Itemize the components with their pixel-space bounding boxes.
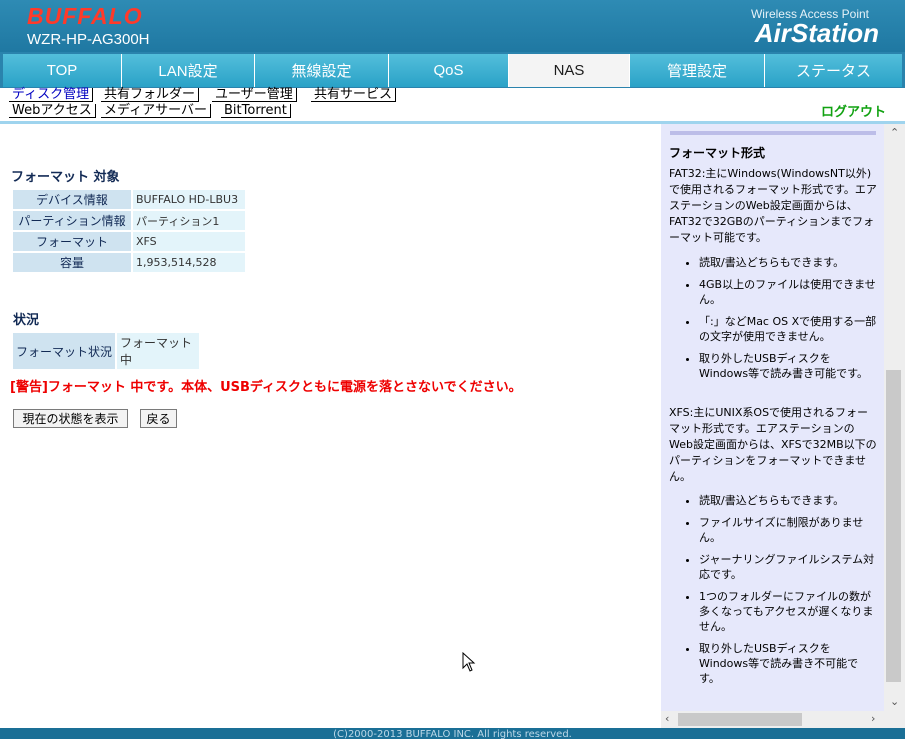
format-status-value: フォーマット中 (117, 333, 199, 369)
tab-status[interactable]: ステータス (765, 54, 902, 87)
status-title: 状況 (13, 313, 40, 328)
header-banner: BUFFALO WZR-HP-AG300H Wireless Access Po… (0, 0, 905, 52)
horizontal-scrollbar[interactable]: ‹ › (661, 711, 884, 728)
help-panel[interactable]: フォーマット形式 FAT32:主にWindows(WindowsNT以外)で使用… (661, 124, 884, 711)
model-name: WZR-HP-AG300H (27, 31, 150, 48)
subnav-disk-management[interactable]: ディスク管理 (9, 88, 94, 102)
tab-admin-settings[interactable]: 管理設定 (630, 54, 765, 87)
list-item: 読取/書込どちらもできます。 (699, 255, 877, 270)
airstation-logo: AirStation (754, 18, 879, 48)
vertical-scroll-thumb[interactable] (886, 370, 901, 682)
tab-top[interactable]: TOP (3, 54, 122, 87)
subnav-web-access[interactable]: Webアクセス (9, 104, 96, 118)
tab-nas[interactable]: NAS (509, 54, 630, 87)
table-row: フォーマット XFS (13, 232, 245, 251)
buffalo-logo: BUFFALO (27, 3, 143, 29)
xfs-list: 読取/書込どちらもできます。 ファイルサイズに制限がありません。 ジャーナリング… (669, 493, 877, 693)
device-info-value: BUFFALO HD-LBU3 (133, 190, 245, 209)
subnav-media-server[interactable]: メディアサーバー (101, 104, 211, 118)
mouse-cursor-icon (462, 652, 476, 672)
help-title: フォーマット形式 (669, 146, 766, 160)
subnav-bittorrent[interactable]: BitTorrent (221, 104, 291, 118)
warning-message: [警告]フォーマット 中です。本体、USBディスクともに電源を落とさないでくださ… (10, 380, 522, 395)
table-row: 容量 1,953,514,528 (13, 253, 245, 272)
list-item: 取り外したUSBディスクをWindows等で読み書き不可能です。 (699, 641, 877, 686)
back-button[interactable]: 戻る (140, 409, 177, 428)
tab-qos[interactable]: QoS (389, 54, 509, 87)
tab-lan-settings[interactable]: LAN設定 (122, 54, 255, 87)
format-target-table: デバイス情報 BUFFALO HD-LBU3 パーティション情報 パーティション… (11, 188, 247, 274)
main-content: フォーマット 対象 デバイス情報 BUFFALO HD-LBU3 パーティション… (0, 124, 660, 728)
show-status-button[interactable]: 現在の状態を表示 (13, 409, 128, 428)
table-row: デバイス情報 BUFFALO HD-LBU3 (13, 190, 245, 209)
tab-wireless-settings[interactable]: 無線設定 (255, 54, 389, 87)
table-row: パーティション情報 パーティション1 (13, 211, 245, 230)
status-table: フォーマット状況 フォーマット中 (11, 331, 201, 371)
table-row: フォーマット状況 フォーマット中 (13, 333, 199, 369)
list-item: ファイルサイズに制限がありません。 (699, 515, 877, 545)
format-status-label: フォーマット状況 (13, 333, 115, 369)
capacity-label: 容量 (13, 253, 131, 272)
help-divider (670, 131, 876, 135)
scroll-right-icon[interactable]: › (871, 712, 875, 725)
capacity-value: 1,953,514,528 (133, 253, 245, 272)
horizontal-scroll-thumb[interactable] (678, 713, 802, 726)
vertical-scrollbar[interactable]: ⌃ ⌄ (884, 124, 905, 711)
list-item: 読取/書込どちらもできます。 (699, 493, 877, 508)
scrollbar-corner (884, 711, 905, 728)
list-item: ジャーナリングファイルシステム対応です。 (699, 552, 877, 582)
logout-link[interactable]: ログアウト (821, 101, 886, 120)
list-item: 「:」などMac OS Xで使用する一部の文字が使用できません。 (699, 314, 877, 344)
fat32-description: FAT32:主にWindows(WindowsNT以外)で使用されるフォーマット… (669, 167, 877, 244)
subnav-user-management[interactable]: ユーザー管理 (212, 88, 297, 102)
device-info-label: デバイス情報 (13, 190, 131, 209)
sub-nav: ディスク管理 共有フォルダー ユーザー管理 共有サービス Webアクセス メディ… (0, 88, 905, 122)
fat32-list: 読取/書込どちらもできます。 4GB以上のファイルは使用できません。 「:」など… (669, 255, 877, 388)
subnav-shared-folders[interactable]: 共有フォルダー (101, 88, 200, 102)
list-item: 取り外したUSBディスクをWindows等で読み書き可能です。 (699, 351, 877, 381)
subnav-shared-services[interactable]: 共有サービス (311, 88, 397, 102)
format-target-title: フォーマット 対象 (11, 170, 120, 185)
main-nav: TOP LAN設定 無線設定 QoS NAS 管理設定 ステータス (0, 52, 905, 88)
list-item: 4GB以上のファイルは使用できません。 (699, 277, 877, 307)
partition-info-value: パーティション1 (133, 211, 245, 230)
scroll-down-icon[interactable]: ⌄ (890, 695, 899, 708)
xfs-description: XFS:主にUNIX系OSで使用されるフォーマット形式です。エアステーションのW… (669, 406, 877, 483)
copyright-footer: (C)2000-2013 BUFFALO INC. All rights res… (0, 728, 905, 739)
list-item: 1つのフォルダーにファイルの数が多くなってもアクセスが遅くなりません。 (699, 589, 877, 634)
scroll-left-icon[interactable]: ‹ (665, 712, 669, 725)
format-value: XFS (133, 232, 245, 251)
scroll-up-icon[interactable]: ⌃ (890, 126, 899, 139)
format-label: フォーマット (13, 232, 131, 251)
partition-info-label: パーティション情報 (13, 211, 131, 230)
